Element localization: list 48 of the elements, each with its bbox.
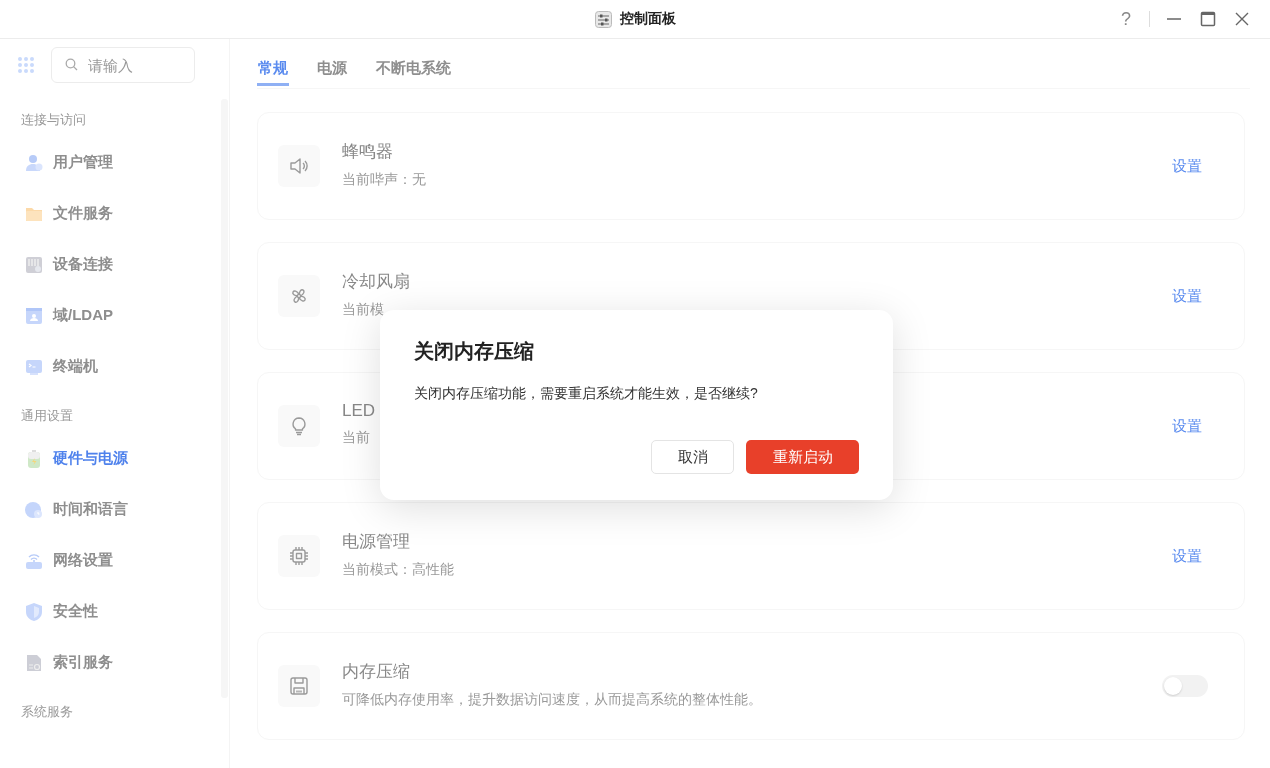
section-label: 连接与访问 [20, 111, 87, 129]
card-subtitle: 当前 [342, 429, 371, 447]
control-panel-icon [594, 10, 612, 28]
sidebar-item[interactable]: 硬件与电源 [0, 433, 229, 484]
help-button[interactable]: ? [1117, 8, 1135, 30]
card-title: 冷却风扇 [342, 270, 411, 293]
sidebar-item[interactable]: 设备连接 [0, 239, 229, 290]
sidebar-item[interactable]: 时间和语言 [0, 484, 229, 535]
settings-link[interactable]: 设置 [1172, 286, 1202, 306]
maximize-icon[interactable] [1198, 9, 1218, 29]
sidebar-item[interactable]: 网络设置 [0, 535, 229, 586]
search-index-icon [24, 652, 44, 673]
tab[interactable]: 常规 [257, 37, 289, 86]
card-subtitle: 当前模 [342, 300, 385, 319]
sidebar-item[interactable]: 用户管理 [0, 137, 229, 188]
sidebar-item[interactable]: 域/LDAP [0, 290, 229, 341]
device-icon [24, 254, 44, 275]
sidebar-item[interactable]: 安全性 [0, 586, 229, 637]
card-title: 内存压缩 [342, 660, 411, 683]
clock-icon [24, 499, 44, 520]
tab[interactable]: 不断电系统 [375, 37, 452, 86]
id-card-icon [24, 305, 44, 326]
sidebar-item[interactable]: 终端机 [0, 341, 229, 392]
tab[interactable]: 电源 [316, 37, 348, 86]
sidebar-item[interactable]: 文件服务 [0, 188, 229, 239]
settings-link[interactable]: 设置 [1172, 416, 1202, 436]
search-field[interactable]: 请输入 [51, 47, 195, 83]
section-label: 通用设置 [20, 407, 74, 425]
cancel-button[interactable]: 取消 [651, 440, 734, 474]
card-title: LED [342, 401, 377, 421]
card-subtitle: 当前模式：高性能 [342, 560, 455, 579]
card-subtitle: 可降低内存使用率，提升数据访问速度，从而提高系统的整体性能。 [342, 690, 763, 709]
settings-link[interactable]: 设置 [1172, 546, 1202, 566]
user-icon [24, 152, 44, 173]
toggle-switch[interactable] [1162, 675, 1208, 697]
search-icon [65, 58, 78, 71]
dialog-message: 关闭内存压缩功能，需要重启系统才能生效，是否继续? [414, 385, 759, 403]
card-title: 电源管理 [342, 530, 411, 553]
dialog-title: 关闭内存压缩 [414, 339, 535, 364]
section-label: 系统服务 [20, 703, 74, 721]
restart-button[interactable]: 重新启动 [746, 440, 859, 474]
window-title: 控制面板 [619, 10, 676, 28]
settings-link[interactable]: 设置 [1172, 156, 1202, 176]
chip-icon [288, 545, 310, 567]
card-title: 蜂鸣器 [342, 140, 394, 163]
shield-icon [24, 601, 44, 622]
card-subtitle: 当前哔声：无 [342, 170, 427, 189]
sidebar-item[interactable]: 索引服务 [0, 637, 229, 688]
